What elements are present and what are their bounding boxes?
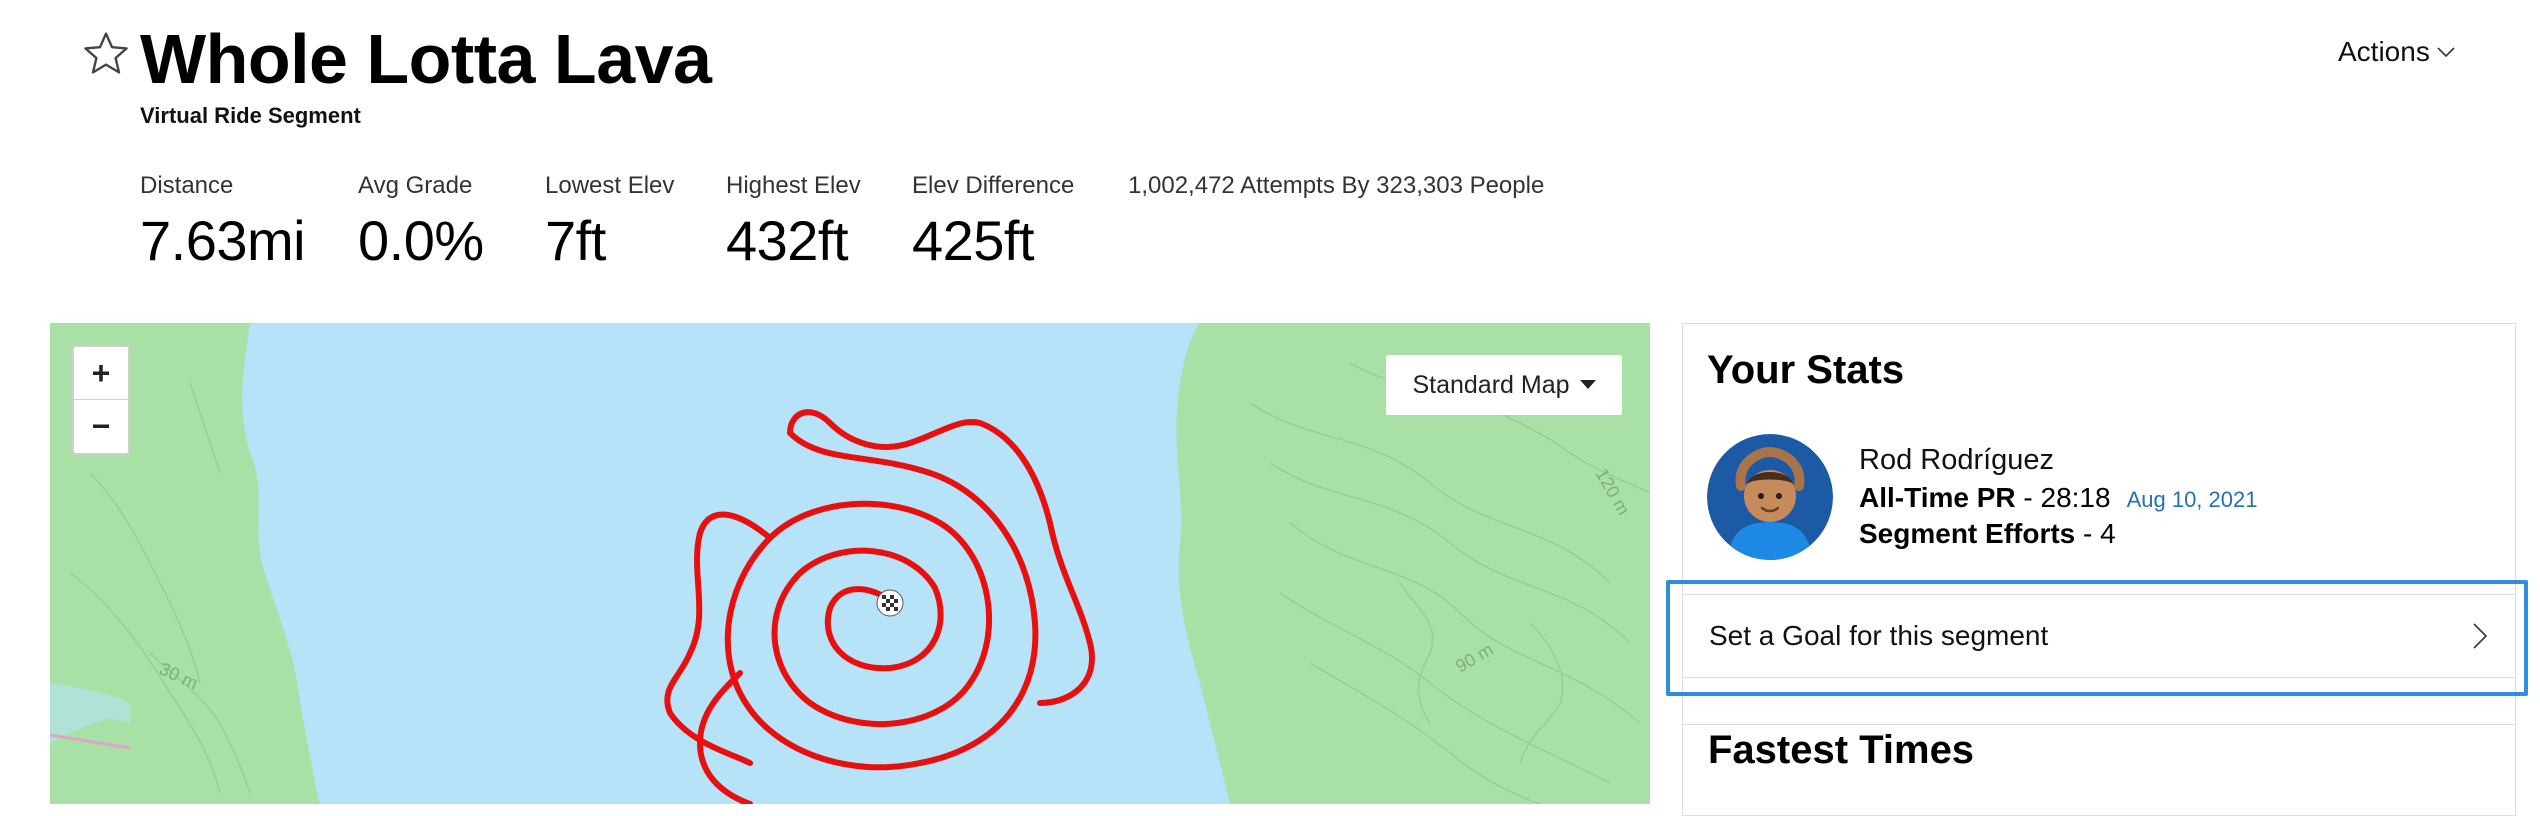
your-stats-heading: Your Stats <box>1707 348 1905 392</box>
fastest-times-heading: Fastest Times <box>1708 728 1975 772</box>
map-zoom-control: + − <box>72 345 130 455</box>
stat-avg-grade: Avg Grade 0.0% <box>358 172 484 273</box>
actions-label: Actions <box>2338 36 2430 67</box>
stat-label: Highest Elev <box>726 172 861 199</box>
zoom-in-button[interactable]: + <box>74 347 128 400</box>
pr-value: - 28:18 <box>2015 482 2111 513</box>
stat-highest-elev: Highest Elev 432ft <box>726 172 861 273</box>
set-goal-button[interactable]: Set a Goal for this segment <box>1683 594 2515 678</box>
finish-marker <box>876 589 904 617</box>
segment-efforts: Segment Efforts - 4 <box>1859 518 2116 550</box>
stat-label: Elev Difference <box>912 172 1075 199</box>
your-stats-card: Your Stats Rod Rodríguez All-Time PR - 2… <box>1682 323 2516 725</box>
stat-value: 425ft <box>912 209 1035 272</box>
segment-title: Whole Lotta Lava <box>140 20 712 98</box>
zoom-out-button[interactable]: − <box>74 400 128 452</box>
attempts-count: 1,002,472 Attempts By 323,303 People <box>1128 172 1545 199</box>
star-icon[interactable] <box>82 30 130 78</box>
efforts-value: - 4 <box>2075 518 2116 549</box>
stat-value: 7ft <box>545 209 606 272</box>
stat-label: Avg Grade <box>358 172 473 199</box>
athlete-avatar-icon <box>1707 434 1833 560</box>
set-goal-label: Set a Goal for this segment <box>1709 620 2049 651</box>
caret-down-icon <box>1579 380 1596 389</box>
all-time-pr: All-Time PR - 28:18 Aug 10, 2021 <box>1859 482 2257 514</box>
segment-map[interactable]: 30 m 90 m 120 m + − Standard Map <box>50 323 1650 804</box>
stat-distance: Distance 7.63mi <box>140 172 306 273</box>
stat-lowest-elev: Lowest Elev 7ft <box>545 172 674 273</box>
segment-type: Virtual Ride Segment <box>140 103 361 128</box>
stat-value: 7.63mi <box>140 209 306 272</box>
chevron-right-icon <box>2473 623 2488 649</box>
athlete-name[interactable]: Rod Rodríguez <box>1859 444 2054 477</box>
chevron-down-icon <box>2437 47 2455 58</box>
actions-menu-button[interactable]: Actions <box>2338 36 2456 68</box>
stat-label: Distance <box>140 172 234 199</box>
stat-label: Lowest Elev <box>545 172 675 199</box>
stat-value: 432ft <box>726 209 849 272</box>
map-style-dropdown[interactable]: Standard Map <box>1386 355 1622 415</box>
stat-elev-difference: Elev Difference 425ft <box>912 172 1074 273</box>
avatar[interactable] <box>1707 434 1833 560</box>
efforts-label: Segment Efforts <box>1859 518 2076 549</box>
map-style-label: Standard Map <box>1412 370 1570 399</box>
pr-label: All-Time PR <box>1859 482 2016 513</box>
stat-value: 0.0% <box>358 209 484 272</box>
pr-date-link[interactable]: Aug 10, 2021 <box>2127 487 2258 512</box>
